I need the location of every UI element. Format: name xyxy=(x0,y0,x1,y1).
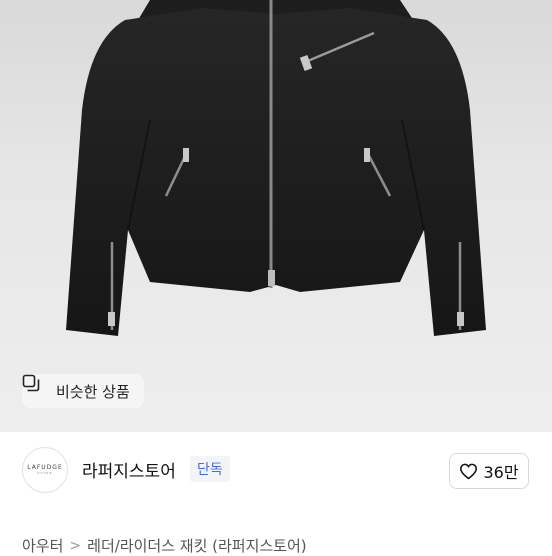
heart-outline-icon xyxy=(460,463,478,479)
breadcrumb-subcategory[interactable]: 레더/라이더스 재킷 (라퍼지스토어) xyxy=(87,535,307,556)
exclusive-badge: 단독 xyxy=(190,456,230,482)
similar-items-icon xyxy=(22,374,50,400)
store-logo-subtext: STORE xyxy=(37,471,53,475)
store-row[interactable]: LAFUDGE STORE 라퍼지스토어 단독 36만 xyxy=(0,432,552,510)
product-image[interactable]: 비슷한 상품 xyxy=(0,0,552,432)
store-logo-text: LAFUDGE xyxy=(27,464,63,471)
store-name[interactable]: 라퍼지스토어 xyxy=(82,457,176,482)
like-count: 36만 xyxy=(483,463,519,482)
breadcrumb-category[interactable]: 아우터 xyxy=(22,535,63,556)
breadcrumb: 아우터 > 레더/라이더스 재킷 (라퍼지스토어) xyxy=(22,535,307,556)
breadcrumb-separator: > xyxy=(69,537,82,554)
jacket-illustration xyxy=(66,0,486,336)
similar-items-label: 비슷한 상품 xyxy=(56,382,130,401)
similar-items-button[interactable]: 비슷한 상품 xyxy=(22,374,144,408)
store-logo[interactable]: LAFUDGE STORE xyxy=(22,447,68,493)
like-button[interactable]: 36만 xyxy=(449,453,529,489)
